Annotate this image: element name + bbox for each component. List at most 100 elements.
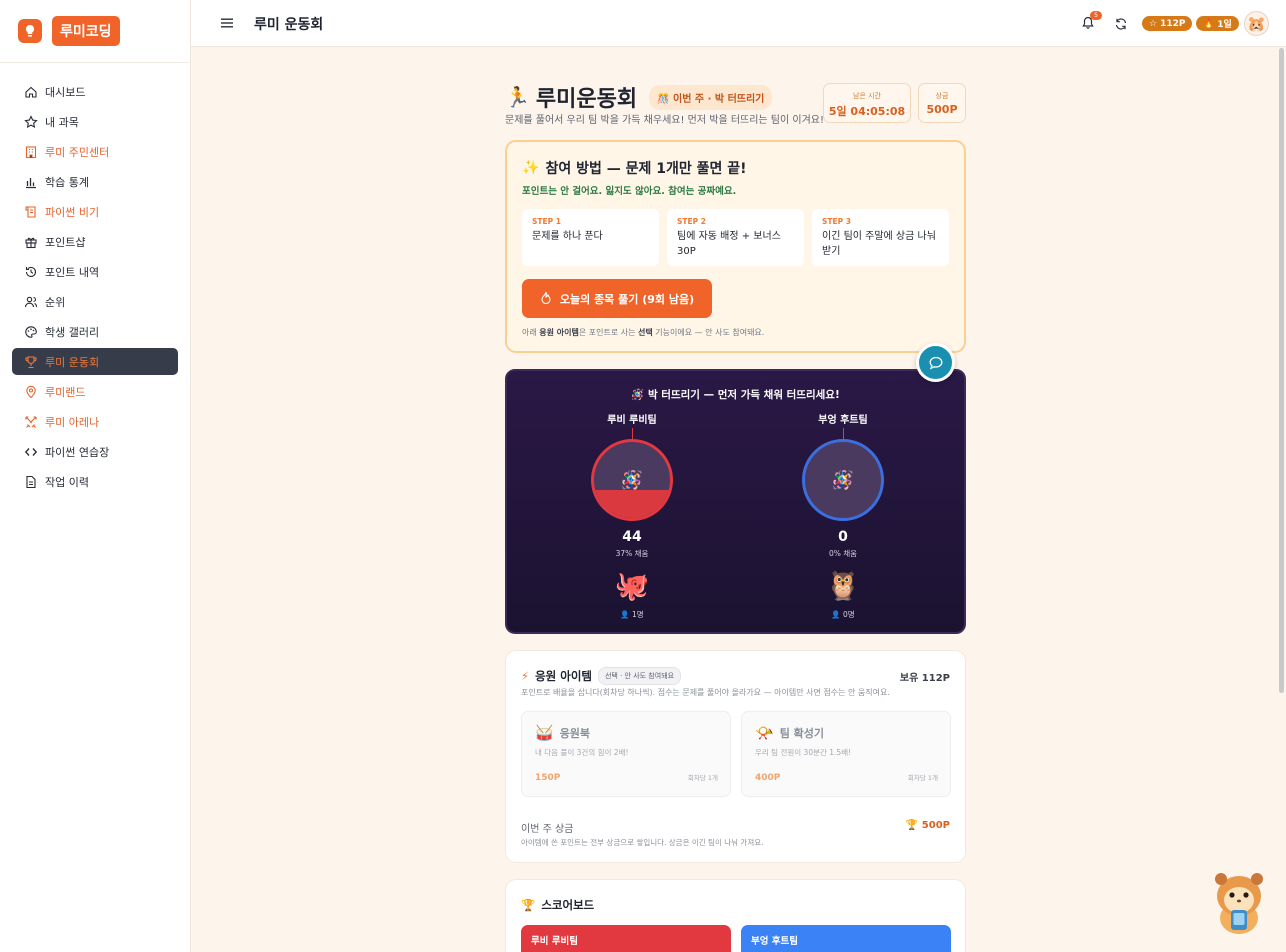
- sidebar-item-3[interactable]: 학습 통계: [12, 167, 178, 197]
- sidebar-item-label: 루미 운동회: [45, 355, 100, 369]
- lightning-icon: ⚡: [521, 669, 530, 683]
- notification-badge: 5: [1090, 11, 1102, 20]
- sidebar-item-label: 루미 아레나: [45, 416, 100, 429]
- chat-button[interactable]: [916, 343, 955, 382]
- avatar[interactable]: 🐹: [1244, 11, 1269, 36]
- guide-subtitle: 포인트는 안 걸어요. 잃지도 않아요. 참여는 공짜예요.: [522, 186, 737, 197]
- weekly-prize-note: 아이템에 쓴 포인트는 전부 상금으로 쌓입니다. 상금은 이긴 팀이 나눠 가…: [521, 838, 764, 847]
- item-card-megaphone[interactable]: 📯 팀 확성기 우리 팀 전원이 30분간 1.5배! 400P 회차당 1개: [741, 711, 951, 797]
- team-stem: [631, 428, 633, 439]
- sidebar-item-label: 파이썬 연습장: [45, 446, 110, 459]
- balloon-arena: 🪅 박 터뜨리기 — 먼저 가득 채워 터뜨리세요! 루비 루비팀 🪅 44 3…: [505, 369, 966, 634]
- sidebar-item-13[interactable]: 작업 이력: [12, 467, 178, 497]
- menu-icon[interactable]: [220, 15, 236, 31]
- items-title: ⚡ 응원 아이템 선택 · 안 사도 참여돼요: [521, 667, 682, 685]
- bulb-logo-icon: [18, 19, 42, 43]
- hamster-mascot-icon[interactable]: [1211, 870, 1267, 936]
- team-score: 44: [622, 529, 642, 545]
- flame-icon: [540, 291, 552, 307]
- trophy-icon: [24, 355, 38, 369]
- palette-icon: [24, 325, 38, 339]
- sidebar-item-12[interactable]: 파이썬 연습장: [12, 437, 178, 467]
- team-ball: 🪅: [591, 439, 673, 521]
- team-ruby: 루비 루비팀 🪅 44 37% 채움 🐙 👤 1명: [557, 411, 707, 620]
- swords-icon: [24, 415, 38, 429]
- sidebar-item-label: 루미랜드: [45, 386, 86, 399]
- scroll-thumb[interactable]: [1279, 48, 1284, 693]
- guide-note: 아래 응원 아이템은 포인트로 사는 선택 기능이에요 — 안 사도 참여돼요.: [522, 328, 765, 337]
- prize-box: 상금 500P: [918, 83, 966, 123]
- sidebar: 루미코딩 대시보드내 과목루미 주민센터학습 통계파이썬 비기포인트샵포인트 내…: [0, 0, 191, 952]
- owl-mascot-icon: 🦉: [825, 569, 861, 602]
- remaining-time: 남은 시간 5일 04:05:08: [823, 83, 911, 123]
- sidebar-nav: 대시보드내 과목루미 주민센터학습 통계파이썬 비기포인트샵포인트 내역순위학생…: [0, 63, 190, 497]
- sidebar-item-6[interactable]: 포인트 내역: [12, 257, 178, 287]
- trophy-icon: 🏆: [521, 898, 536, 912]
- team-fill-percent: 0% 채움: [828, 549, 858, 558]
- sidebar-item-label: 학생 갤러리: [45, 326, 100, 339]
- pinata-icon: 🪅: [831, 469, 855, 491]
- star-icon: [24, 115, 38, 129]
- step-card: STEP 3 이긴 팀이 주말에 상금 나눠 받기: [812, 209, 949, 266]
- sidebar-item-label: 내 과목: [45, 116, 79, 129]
- horn-icon: 📯: [755, 724, 774, 742]
- history-icon: [24, 265, 38, 279]
- participation-guide: ✨ 참여 방법 — 문제 1개만 풀면 끝! 포인트는 안 걸어요. 잃지도 않…: [505, 140, 966, 353]
- sidebar-item-11[interactable]: 루미 아레나: [12, 407, 178, 437]
- weekly-prize-value: 🏆 500P: [905, 820, 950, 831]
- page-title: 루미 운동회: [254, 17, 324, 33]
- map-pin-icon: [24, 385, 38, 399]
- sidebar-item-1[interactable]: 내 과목: [12, 107, 178, 137]
- user-icon: 👤: [620, 610, 630, 619]
- sidebar-item-label: 파이썬 비기: [45, 206, 100, 219]
- refresh-icon[interactable]: [1114, 16, 1129, 31]
- pinata-icon: 🪅: [620, 469, 644, 491]
- team-ball: 🪅: [802, 439, 884, 521]
- code-icon: [24, 445, 38, 459]
- ball-fill: [594, 489, 670, 518]
- sidebar-item-label: 학습 통계: [45, 176, 89, 189]
- runner-icon: 🏃: [505, 85, 530, 109]
- sidebar-item-2[interactable]: 루미 주민센터: [12, 137, 178, 167]
- hero-title: 🏃 루미운동회 🎊 이번 주 · 박 터뜨리기: [505, 81, 773, 113]
- sidebar-item-8[interactable]: 학생 갤러리: [12, 317, 178, 347]
- sidebar-item-9[interactable]: 루미 운동회: [12, 348, 178, 375]
- octopus-mascot-icon: 🐙: [614, 569, 650, 602]
- user-icon: 👤: [831, 610, 841, 619]
- scoreboard-team-ruby: 루비 루비팀: [521, 925, 731, 952]
- sidebar-item-label: 순위: [45, 296, 66, 309]
- chart-icon: [24, 175, 38, 189]
- scroll-icon: [24, 205, 38, 219]
- optional-tag: 선택 · 안 사도 참여돼요: [597, 667, 682, 685]
- topbar: 루미 운동회 5 ☆ 112P 🔥 1일 🐹: [191, 0, 1286, 47]
- scrollbar[interactable]: [1279, 48, 1284, 948]
- sidebar-item-label: 작업 이력: [45, 476, 89, 489]
- weekly-prize-label: 이번 주 상금: [521, 824, 574, 835]
- sidebar-item-label: 포인트샵: [45, 236, 86, 249]
- items-subtitle: 포인트로 배율을 삽니다(회차당 하나씩). 점수는 문제를 풀어야 올라가요 …: [521, 688, 890, 697]
- drum-icon: 🥁: [535, 724, 554, 742]
- file-icon: [24, 475, 38, 489]
- logo[interactable]: 루미코딩: [0, 0, 190, 63]
- gift-icon: [24, 235, 38, 249]
- sidebar-item-0[interactable]: 대시보드: [12, 77, 178, 107]
- cheer-items: ⚡ 응원 아이템 선택 · 안 사도 참여돼요 보유 112P 포인트로 배율을…: [505, 650, 966, 863]
- star-icon: ☆: [1149, 18, 1158, 29]
- team-score: 0: [838, 529, 848, 545]
- home-icon: [24, 85, 38, 99]
- sidebar-item-7[interactable]: 순위: [12, 287, 178, 317]
- step-card: STEP 2 팀에 자동 배정 + 보너스 30P: [667, 209, 804, 266]
- guide-title: ✨ 참여 방법 — 문제 1개만 풀면 끝!: [522, 160, 747, 177]
- hero-subtitle: 문제를 풀어서 우리 팀 박을 가득 채우세요! 먼저 박을 터뜨리는 팀이 이…: [505, 115, 824, 126]
- week-tag: 🎊 이번 주 · 박 터뜨리기: [649, 84, 773, 110]
- item-card-cheerbook[interactable]: 🥁 응원북 내 다음 풀이 3건의 힘이 2배! 150P 회차당 1개: [521, 711, 731, 797]
- team-fill-percent: 37% 채움: [615, 549, 649, 558]
- points-pill[interactable]: ☆ 112P: [1142, 16, 1193, 31]
- streak-pill[interactable]: 🔥 1일: [1196, 16, 1239, 31]
- chat-icon: [929, 356, 942, 370]
- sidebar-item-label: 대시보드: [45, 86, 86, 99]
- solve-today-button[interactable]: 오늘의 종목 풀기 (9회 남음): [522, 279, 712, 318]
- sidebar-item-5[interactable]: 포인트샵: [12, 227, 178, 257]
- sidebar-item-10[interactable]: 루미랜드: [12, 377, 178, 407]
- sidebar-item-4[interactable]: 파이썬 비기: [12, 197, 178, 227]
